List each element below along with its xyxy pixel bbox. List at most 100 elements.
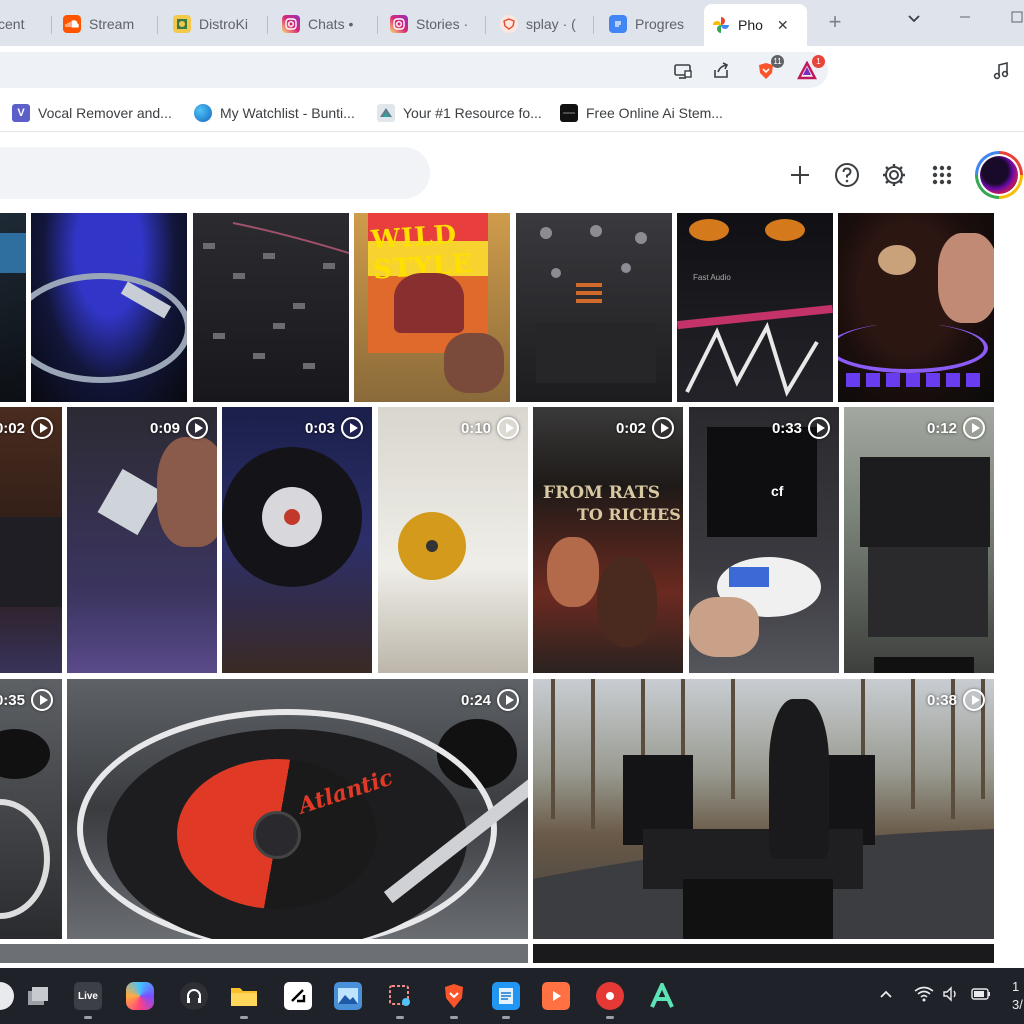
video-thumbnail[interactable]: 0:38 <box>533 679 994 939</box>
photo-thumbnail[interactable] <box>0 944 528 963</box>
tab-progress-doc[interactable]: Progres <box>601 6 699 42</box>
play-icon <box>497 689 519 711</box>
photo-thumbnail[interactable] <box>533 944 994 963</box>
brave-rewards-icon[interactable]: 1 <box>796 55 825 82</box>
brave-shield-icon <box>500 15 518 33</box>
photo-thumbnail[interactable]: WILD STYLE <box>354 213 510 402</box>
cast-icon[interactable] <box>672 60 694 82</box>
photo-thumbnail[interactable]: Fast Audio <box>677 213 833 402</box>
add-icon[interactable] <box>786 161 814 189</box>
tab-recent[interactable]: cent <box>0 6 52 42</box>
tab-soundcloud-stream[interactable]: Stream <box>55 6 158 42</box>
tab-label: DistroKi <box>199 16 249 32</box>
windows-taskbar: Live 1 3/ <box>0 968 1024 1024</box>
chevron-down-icon[interactable] <box>906 10 922 31</box>
play-icon <box>652 417 674 439</box>
play-icon <box>341 417 363 439</box>
tab-label: Stream <box>89 16 135 32</box>
resource-site-icon <box>377 104 395 122</box>
bookmark-ai-stem[interactable]: Free Online Ai Stem... <box>560 103 723 123</box>
headphones-app-icon[interactable] <box>180 982 208 1010</box>
video-thumbnail[interactable]: FROM RATS TO RICHES 0:02 <box>533 407 683 673</box>
volume-icon[interactable] <box>942 986 960 1006</box>
bookmark-label: Your #1 Resource fo... <box>403 105 542 121</box>
maximize-button[interactable] <box>1010 10 1024 29</box>
brave-shields-icon[interactable]: 11 <box>755 55 784 82</box>
tab-instagram-stories[interactable]: Stories · <box>382 6 486 42</box>
video-duration: 0:02 <box>0 417 53 439</box>
music-note-icon[interactable] <box>990 60 1012 82</box>
distrokid-icon <box>173 15 191 33</box>
tab-distrokid[interactable]: DistroKi <box>165 6 268 42</box>
video-thumbnail[interactable]: 0:10 <box>378 407 528 673</box>
brave-browser-icon[interactable] <box>440 982 468 1010</box>
photos-app-icon[interactable] <box>334 982 362 1010</box>
video-duration: 0:12 <box>927 417 985 439</box>
bookmarks-bar: V Vocal Remover and... My Watchlist - Bu… <box>0 94 1024 132</box>
notepad-icon[interactable] <box>492 982 520 1010</box>
account-avatar[interactable] <box>975 151 1023 199</box>
battery-icon[interactable] <box>970 986 992 1006</box>
video-duration: 0:35 <box>0 689 53 711</box>
photos-header <box>0 133 1024 213</box>
show-hidden-icons-chevron[interactable] <box>878 986 894 1006</box>
file-explorer-icon[interactable] <box>230 982 258 1010</box>
minimize-button[interactable] <box>958 10 972 29</box>
bookmark-label: Free Online Ai Stem... <box>586 105 723 121</box>
media-player-icon[interactable] <box>542 982 570 1010</box>
video-thumbnail[interactable]: cf 0:33 <box>689 407 839 673</box>
photo-grid: WILD STYLE Fast Audio 0:02 0:09 0 <box>0 213 1024 963</box>
arc-app-icon[interactable] <box>648 982 676 1010</box>
share-icon[interactable] <box>710 60 732 82</box>
device-brand-label: Fast Audio <box>693 273 731 282</box>
album-title-line1: FROM RATS <box>543 483 661 503</box>
bookmark-label: My Watchlist - Bunti... <box>220 105 355 121</box>
live-app-icon[interactable]: Live <box>74 982 102 1010</box>
instagram-icon <box>282 15 300 33</box>
video-thumbnail[interactable]: 0:12 <box>844 407 994 673</box>
tab-label: cent <box>0 16 25 32</box>
play-icon <box>31 417 53 439</box>
search-icon[interactable] <box>0 982 14 1010</box>
tab-splay[interactable]: splay · ( <box>492 6 594 42</box>
play-icon <box>963 689 985 711</box>
copilot-icon[interactable] <box>126 982 154 1010</box>
system-clock[interactable]: 1 3/ <box>1012 978 1023 1014</box>
new-tab-button[interactable]: + <box>822 10 848 36</box>
screen-recorder-icon[interactable] <box>596 982 624 1010</box>
photo-thumbnail[interactable] <box>31 213 187 402</box>
close-icon[interactable]: ✕ <box>777 17 789 34</box>
bookmark-watchlist[interactable]: My Watchlist - Bunti... <box>194 103 355 123</box>
help-icon[interactable] <box>833 161 861 189</box>
photos-search-bar[interactable] <box>0 147 430 199</box>
play-icon <box>186 417 208 439</box>
video-duration: 0:38 <box>927 689 985 711</box>
photo-thumbnail[interactable] <box>0 213 26 402</box>
photo-thumbnail[interactable] <box>516 213 672 402</box>
video-thumbnail[interactable]: 0:03 <box>222 407 372 673</box>
capcut-icon[interactable] <box>284 982 312 1010</box>
address-bar[interactable] <box>0 52 828 88</box>
video-thumbnail[interactable]: 0:09 <box>67 407 217 673</box>
wifi-icon[interactable] <box>914 986 934 1006</box>
photo-thumbnail[interactable] <box>193 213 349 402</box>
apps-grid-icon[interactable] <box>928 161 956 189</box>
tab-instagram-chats[interactable]: Chats • <box>274 6 378 42</box>
bookmark-vocal-remover[interactable]: V Vocal Remover and... <box>12 103 172 123</box>
snipping-tool-icon[interactable] <box>386 982 414 1010</box>
stem-splitter-icon <box>560 104 578 122</box>
video-duration: 0:10 <box>461 417 519 439</box>
video-thumbnail[interactable]: 0:35 <box>0 679 62 939</box>
tab-label: splay · ( <box>526 16 576 32</box>
shields-count-badge: 11 <box>771 55 784 68</box>
bookmark-resource[interactable]: Your #1 Resource fo... <box>377 103 542 123</box>
tab-google-photos[interactable]: Pho ✕ <box>704 4 807 46</box>
video-duration: 0:02 <box>616 417 674 439</box>
video-thumbnail[interactable]: Atlantic 0:24 <box>67 679 528 939</box>
tab-label: Progres <box>635 16 685 32</box>
settings-gear-icon[interactable] <box>880 161 908 189</box>
task-view-icon[interactable] <box>24 982 52 1010</box>
photo-thumbnail[interactable] <box>838 213 994 402</box>
video-duration: 0:03 <box>305 417 363 439</box>
video-thumbnail[interactable]: 0:02 <box>0 407 62 673</box>
